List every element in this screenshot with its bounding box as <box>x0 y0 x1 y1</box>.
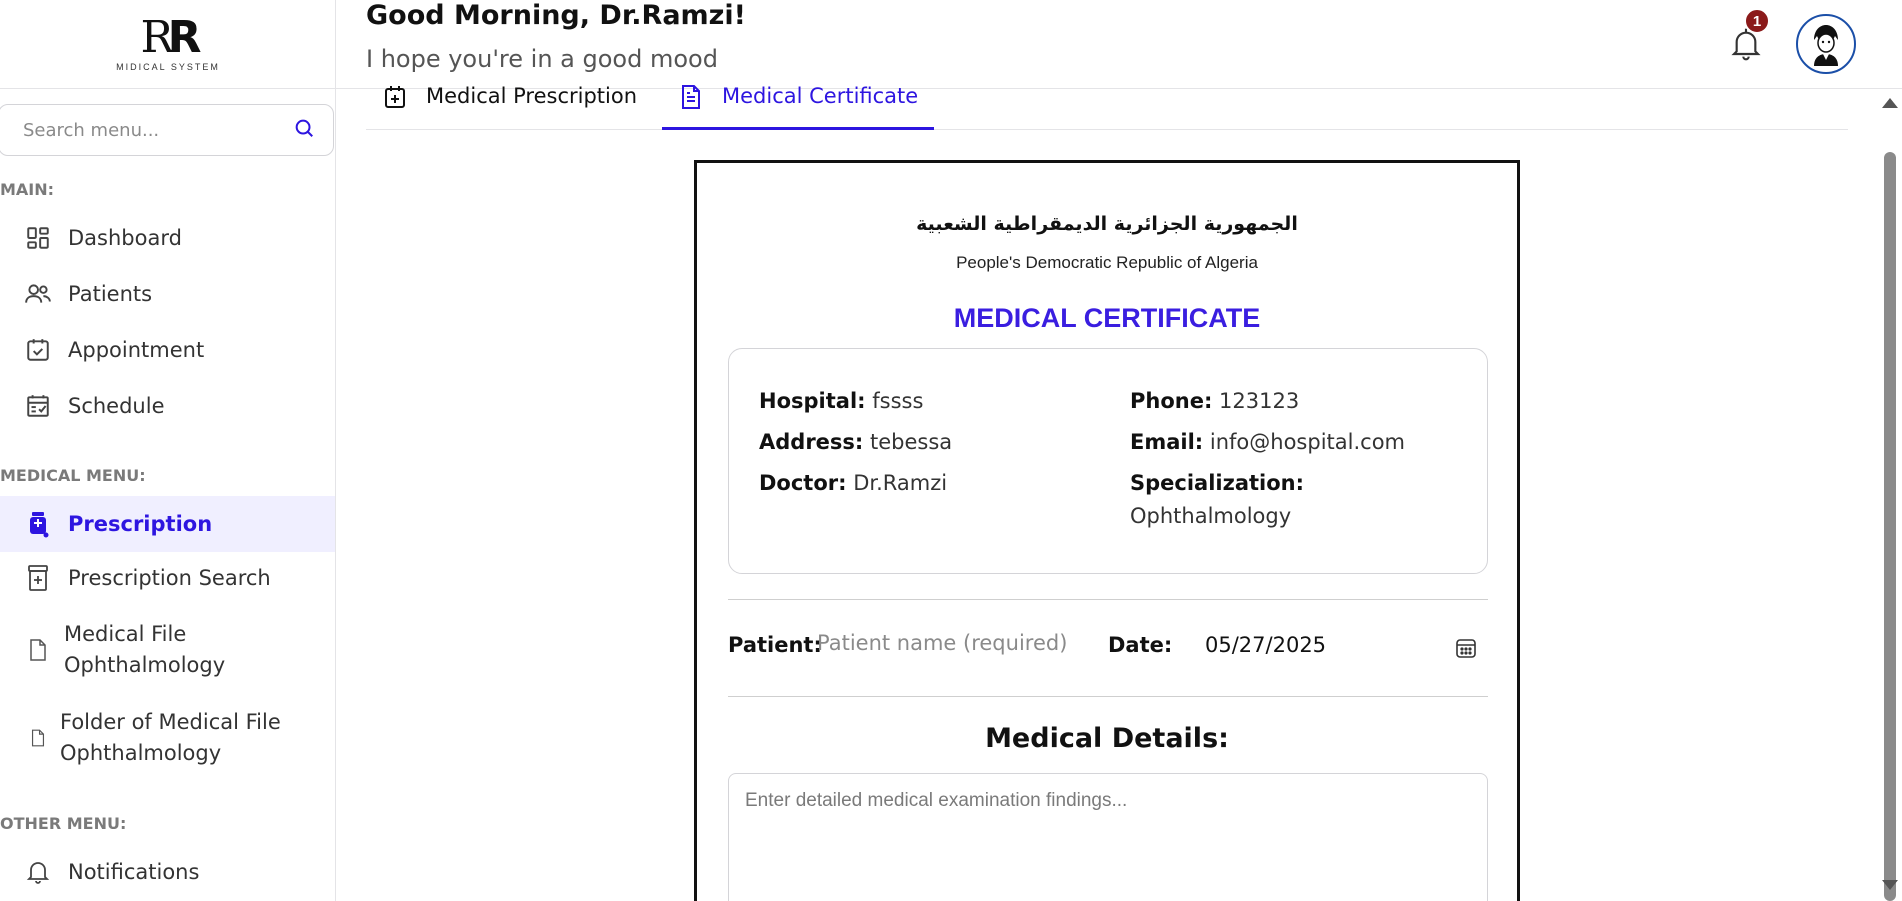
sidebar-item-patients[interactable]: Patients <box>0 274 335 314</box>
sidebar-search <box>0 104 334 156</box>
sidebar-item-label: Prescription <box>68 512 213 536</box>
hospital-info: Hospital: fssss <box>759 389 924 413</box>
file-icon <box>24 724 52 752</box>
medical-details-textarea[interactable] <box>728 773 1488 901</box>
greeting-subtitle: I hope you're in a good mood <box>366 45 718 73</box>
avatar-illustration <box>1814 25 1838 66</box>
sidebar-item-appointment[interactable]: Appointment <box>0 330 335 370</box>
sidebar-item-medical-file[interactable]: Medical File Ophthalmology <box>0 618 335 682</box>
tab-label: Medical Prescription <box>426 84 638 108</box>
sidebar-item-prescription-search[interactable]: Prescription Search <box>0 558 335 598</box>
prescription-jar-icon <box>24 564 52 592</box>
tab-medical-certificate[interactable]: Medical Certificate <box>662 80 935 130</box>
patient-label: Patient: <box>728 633 822 657</box>
sidebar: RR MIDICAL SYSTEM MAIN: Dashboard Patien… <box>0 0 336 901</box>
sidebar-item-notifications[interactable]: Notifications <box>0 852 335 892</box>
medical-details-title: Medical Details: <box>985 723 1229 754</box>
file-icon <box>24 636 52 664</box>
sidebar-item-label: Notifications <box>68 860 200 884</box>
certificate-title: MEDICAL CERTIFICATE <box>953 303 1261 333</box>
pill-bottle-icon <box>24 510 52 538</box>
dashboard-icon <box>24 224 52 252</box>
sidebar-item-label: Schedule <box>68 394 165 418</box>
english-country-title: People's Democratic Republic of Algeria <box>956 253 1258 272</box>
sidebar-item-prescription[interactable]: Prescription <box>0 496 335 552</box>
divider <box>728 696 1488 697</box>
schedule-icon <box>24 392 52 420</box>
top-header: Good Morning, Dr.Ramzi! I hope you're in… <box>336 0 1902 89</box>
email-info: Email: info@hospital.com <box>1130 430 1406 454</box>
calendar-check-icon <box>24 336 52 364</box>
tab-medical-prescription[interactable]: Medical Prescription <box>382 80 637 130</box>
calendar-plus-icon <box>382 84 408 110</box>
sidebar-item-label: Appointment <box>68 338 205 362</box>
bell-icon <box>24 858 52 886</box>
logo-mark: RR <box>140 12 201 63</box>
calendar-icon[interactable] <box>1455 637 1477 659</box>
document-icon <box>678 84 704 110</box>
medical-certificate-document: الجمهورية الجزائرية الديمقراطية الشعبية … <box>694 160 1520 901</box>
sidebar-item-label: Prescription Search <box>68 566 271 590</box>
arabic-country-title: الجمهورية الجزائرية الديمقراطية الشعبية <box>916 213 1298 235</box>
sidebar-item-dashboard[interactable]: Dashboard <box>0 218 335 258</box>
phone-value: 123123 <box>1219 389 1300 413</box>
doctor-value: Dr.Ramzi <box>853 471 948 495</box>
sidebar-item-label: Folder of Medical File Ophthalmology <box>60 710 281 765</box>
app-logo[interactable]: RR MIDICAL SYSTEM <box>0 0 336 89</box>
address-info: Address: tebessa <box>759 430 953 454</box>
hospital-info-card: Hospital: fssss Address: tebessa Doctor:… <box>728 348 1488 574</box>
address-value: tebessa <box>870 430 953 454</box>
other-section-label: OTHER MENU: <box>0 814 127 833</box>
specialization-info: Specialization: Ophthalmology <box>1130 471 1305 528</box>
notification-count-badge: 1 <box>1744 8 1770 34</box>
scrollbar-thumb[interactable] <box>1884 152 1896 901</box>
date-input[interactable]: 05/27/2025 <box>1205 633 1326 657</box>
sidebar-item-label: Dashboard <box>68 226 182 250</box>
specialization-value: Ophthalmology <box>1130 504 1292 528</box>
certificate-tabs: Medical Prescription Medical Certificate <box>366 80 1848 130</box>
sidebar-item-schedule[interactable]: Schedule <box>0 386 335 426</box>
sidebar-item-label: Patients <box>68 282 153 306</box>
logo-subtitle: MIDICAL SYSTEM <box>116 62 220 72</box>
email-value: info@hospital.com <box>1209 430 1406 454</box>
doctor-info: Doctor: Dr.Ramzi <box>759 471 948 495</box>
sidebar-item-label: Medical File Ophthalmology <box>64 622 226 677</box>
search-input[interactable] <box>23 119 293 141</box>
search-icon[interactable] <box>293 117 315 144</box>
scroll-up-arrow-icon[interactable] <box>1882 98 1898 108</box>
date-label: Date: <box>1108 633 1173 657</box>
main-section-label: MAIN: <box>0 180 55 199</box>
avatar[interactable] <box>1796 14 1856 74</box>
hospital-value: fssss <box>872 389 924 413</box>
greeting-title: Good Morning, Dr.Ramzi! <box>366 0 746 31</box>
users-icon <box>24 280 52 308</box>
patient-name-input[interactable] <box>817 623 1087 663</box>
phone-info: Phone: 123123 <box>1130 389 1300 413</box>
tab-label: Medical Certificate <box>722 84 919 108</box>
medical-section-label: MEDICAL MENU: <box>0 466 146 485</box>
divider <box>728 599 1488 600</box>
sidebar-item-folder-medical-file[interactable]: Folder of Medical File Ophthalmology <box>0 706 335 770</box>
scroll-down-arrow-icon[interactable] <box>1882 880 1898 890</box>
